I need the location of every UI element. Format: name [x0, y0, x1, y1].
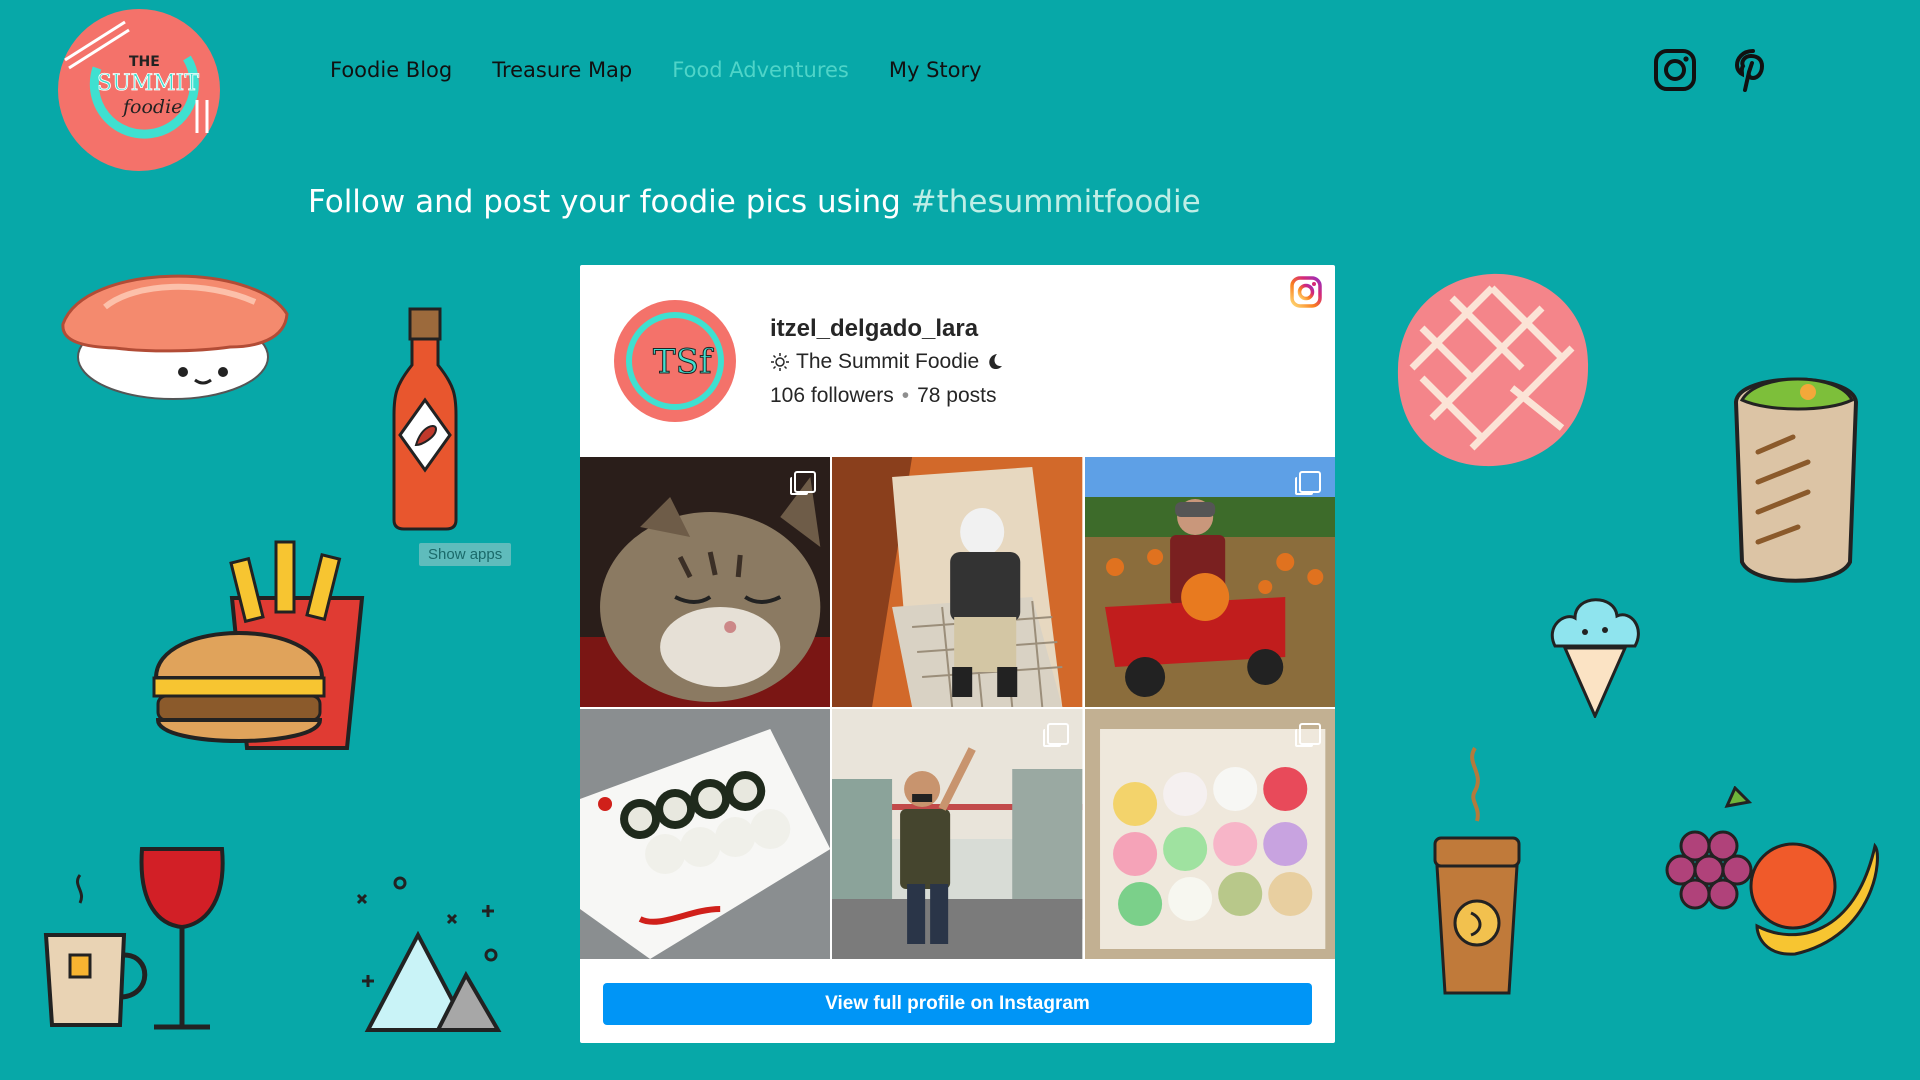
- post-tile-pumpkin-patch[interactable]: [1084, 457, 1335, 707]
- mirror-selfie-photo: [832, 457, 1083, 707]
- posts-count: 78 posts: [917, 384, 997, 407]
- hot-sauce-icon: [392, 307, 458, 531]
- tagline-hashtag[interactable]: #thesummitfoodie: [911, 184, 1201, 220]
- sun-icon: [771, 353, 789, 371]
- instagram-feed-widget: TSf itzel_delgado_lara The Summit Foodie…: [580, 265, 1335, 1043]
- main-nav: Foodie Blog Treasure Map Food Adventures…: [330, 58, 1022, 82]
- instagram-icon[interactable]: [1653, 48, 1697, 92]
- post-grid: [580, 457, 1335, 959]
- view-profile-button[interactable]: View full profile on Instagram: [603, 983, 1312, 1025]
- post-tile-mirror-selfie[interactable]: [832, 457, 1083, 707]
- burrito-icon: [1733, 377, 1859, 583]
- coffee-cup-icon: [1433, 746, 1521, 995]
- nav-food-adventures[interactable]: Food Adventures: [672, 58, 849, 82]
- site-logo[interactable]: THE SUMMIT foodie: [57, 8, 221, 172]
- carousel-icon: [790, 471, 817, 495]
- carousel-icon: [1294, 471, 1321, 495]
- profile-username[interactable]: itzel_delgado_lara: [770, 315, 978, 343]
- profile-bio-text: The Summit Foodie: [796, 350, 980, 373]
- concha-bread-icon: [1397, 273, 1589, 467]
- followers-count: 106 followers: [770, 384, 894, 407]
- burger-fries-icon: [152, 540, 365, 750]
- post-tile-sushi-platter[interactable]: [580, 709, 831, 959]
- show-apps-tooltip[interactable]: Show apps: [419, 543, 512, 566]
- social-links: [1653, 48, 1775, 92]
- profile-bio: The Summit Foodie: [770, 350, 1003, 374]
- profile-avatar[interactable]: TSf: [613, 299, 737, 423]
- post-tile-mochi-box[interactable]: [1084, 709, 1335, 959]
- mountains-icon: [356, 876, 502, 1032]
- carousel-icon: [1042, 723, 1069, 747]
- tagline-text: Follow and post your foodie pics using: [308, 184, 911, 220]
- stats-separator: •: [901, 384, 910, 407]
- logo-line2: SUMMIT: [97, 71, 199, 96]
- nav-treasure-map[interactable]: Treasure Map: [492, 58, 632, 82]
- pinterest-icon[interactable]: [1731, 48, 1775, 92]
- logo-line1: THE: [129, 54, 160, 70]
- moon-icon: [989, 354, 1003, 370]
- ice-cream-icon: [1551, 598, 1640, 718]
- tea-wine-icon: [43, 847, 225, 1030]
- nav-foodie-blog[interactable]: Foodie Blog: [330, 58, 452, 82]
- fruit-icon: [1665, 786, 1879, 956]
- sushi-icon: [61, 274, 289, 400]
- logo-line3: foodie: [121, 96, 182, 118]
- instagram-logo-icon[interactable]: [1289, 275, 1323, 309]
- profile-stats: 106 followers • 78 posts: [770, 384, 996, 408]
- post-tile-restroom-selfie[interactable]: [832, 709, 1083, 959]
- nav-my-story[interactable]: My Story: [889, 58, 982, 82]
- sushi-platter-photo: [580, 709, 831, 959]
- post-tile-cat[interactable]: [580, 457, 831, 707]
- carousel-icon: [1294, 723, 1321, 747]
- avatar-initials: TSf: [653, 342, 714, 382]
- tagline: Follow and post your foodie pics using #…: [308, 184, 1201, 220]
